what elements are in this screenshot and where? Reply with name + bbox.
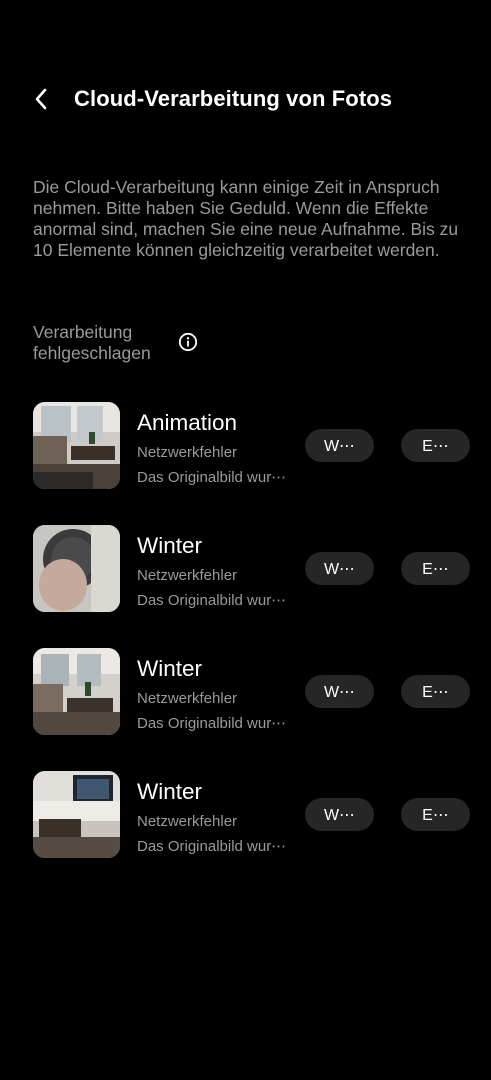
list-item[interactable]: Winter Netzwerkfehler Das Originalbild w…: [0, 769, 491, 892]
failed-section-header: Verarbeitung fehlgeschlagen: [33, 322, 233, 364]
item-subtitle: Das Originalbild wur⋯: [137, 715, 287, 732]
list-item[interactable]: Winter Netzwerkfehler Das Originalbild w…: [0, 523, 491, 646]
item-status: Netzwerkfehler: [137, 813, 238, 830]
item-subtitle: Das Originalbild wur⋯: [137, 592, 287, 609]
item-status: Netzwerkfehler: [137, 444, 238, 461]
item-status: Netzwerkfehler: [137, 567, 238, 584]
retry-button[interactable]: W⋯: [305, 798, 374, 831]
info-icon[interactable]: [178, 332, 198, 352]
item-title: Animation: [137, 410, 238, 435]
cloud-processing-screen: Cloud-Verarbeitung von Fotos Die Cloud-V…: [0, 0, 491, 1080]
item-title: Winter: [137, 656, 203, 681]
item-title: Winter: [137, 533, 203, 558]
item-subtitle: Das Originalbild wur⋯: [137, 838, 287, 855]
retry-button[interactable]: W⋯: [305, 429, 374, 462]
chevron-left-icon: [35, 88, 47, 110]
back-button[interactable]: [24, 82, 58, 116]
delete-button[interactable]: E⋯: [401, 552, 470, 585]
list-item[interactable]: Winter Netzwerkfehler Das Originalbild w…: [0, 646, 491, 769]
retry-button[interactable]: W⋯: [305, 675, 374, 708]
description-text: Die Cloud-Verarbeitung kann einige Zeit …: [33, 177, 459, 260]
page-title: Cloud-Verarbeitung von Fotos: [74, 86, 393, 111]
delete-button[interactable]: E⋯: [401, 798, 470, 831]
photo-thumbnail: [33, 771, 120, 858]
header: Cloud-Verarbeitung von Fotos: [0, 72, 491, 128]
list-item[interactable]: Animation Netzwerkfehler Das Originalbil…: [0, 400, 491, 523]
delete-button[interactable]: E⋯: [401, 675, 470, 708]
retry-button[interactable]: W⋯: [305, 552, 374, 585]
photo-thumbnail: [33, 402, 120, 489]
item-subtitle: Das Originalbild wur⋯: [137, 469, 287, 486]
section-label: Verarbeitung fehlgeschlagen: [33, 322, 151, 363]
item-status: Netzwerkfehler: [137, 690, 238, 707]
photo-thumbnail: [33, 525, 120, 612]
failed-items-list: Animation Netzwerkfehler Das Originalbil…: [0, 400, 491, 892]
item-title: Winter: [137, 779, 203, 804]
photo-thumbnail: [33, 648, 120, 735]
delete-button[interactable]: E⋯: [401, 429, 470, 462]
